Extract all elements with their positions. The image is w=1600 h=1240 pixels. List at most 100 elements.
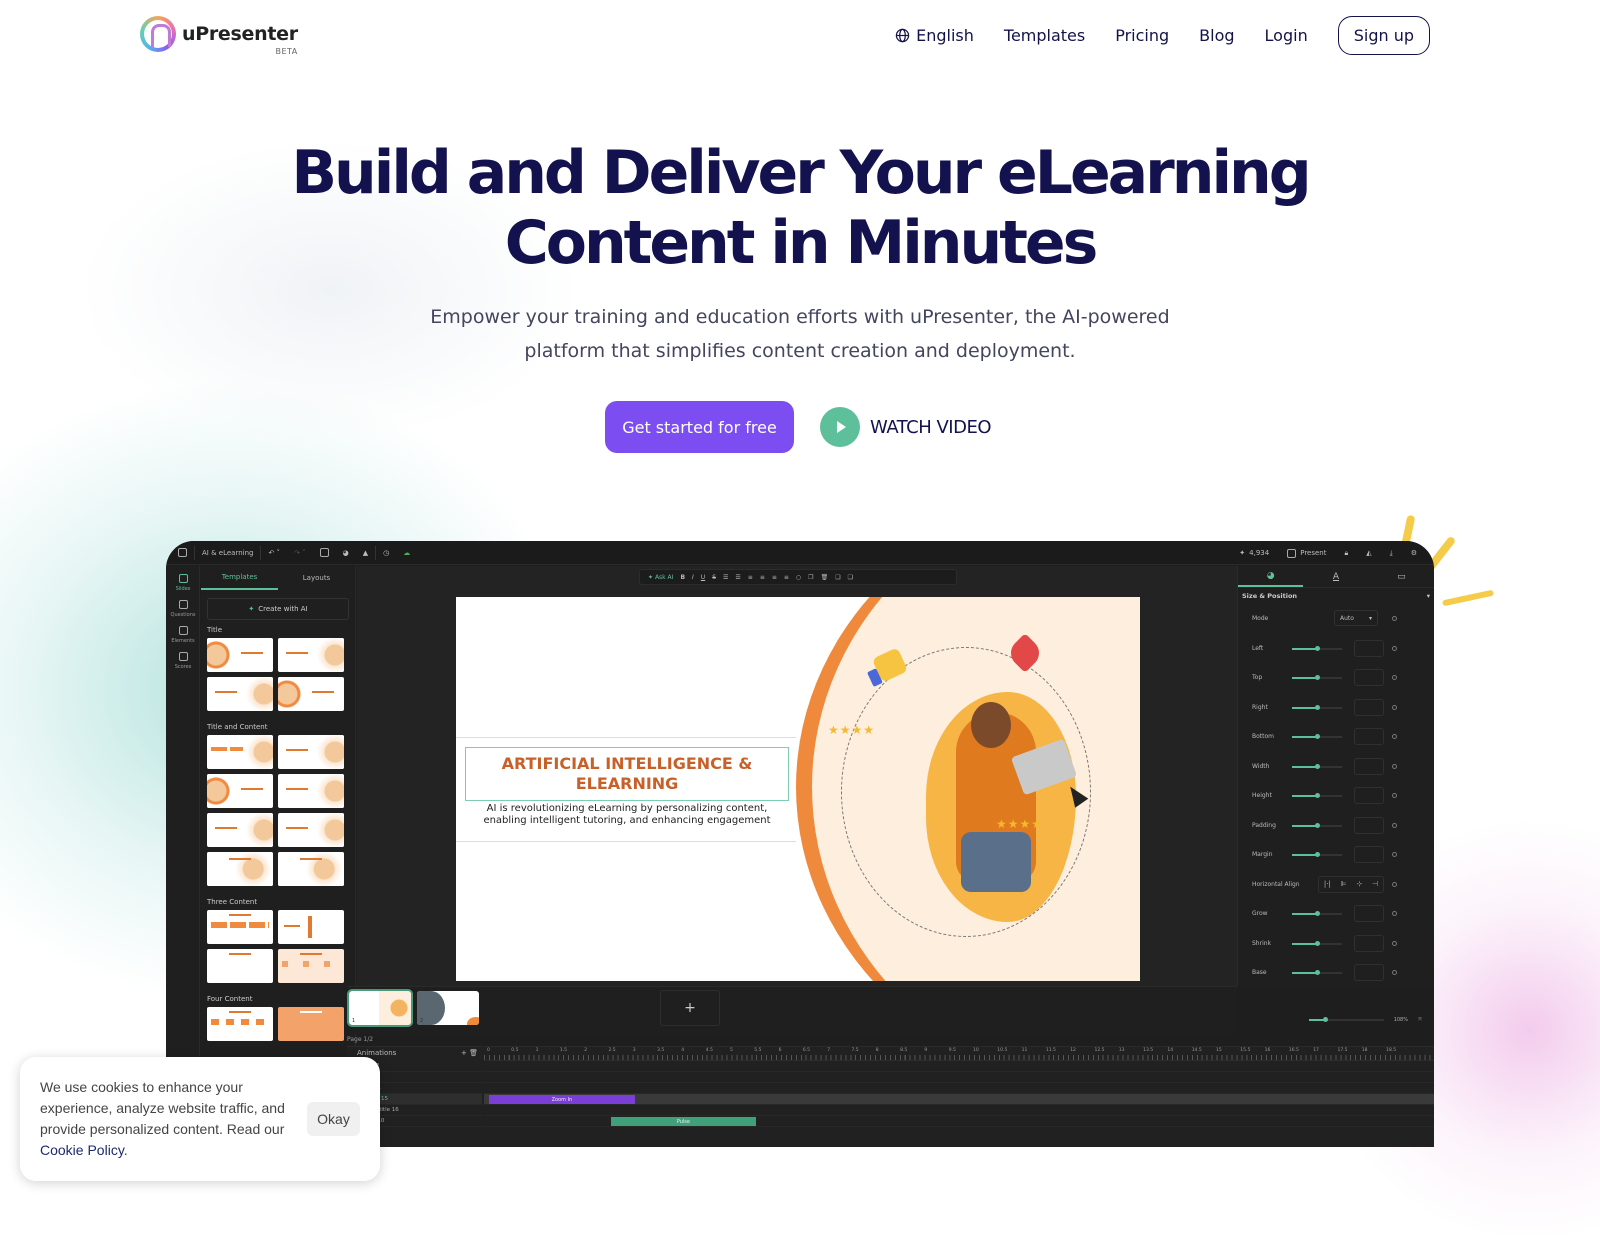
template-card[interactable] (278, 1007, 344, 1041)
underline-button[interactable]: U (701, 574, 705, 581)
get-started-button[interactable]: Get started for free (605, 401, 794, 453)
left-input[interactable] (1354, 639, 1384, 657)
reset-icon[interactable] (1392, 616, 1397, 621)
nav-templates[interactable]: Templates (1004, 26, 1085, 45)
history-icon[interactable]: ◷ (376, 541, 396, 565)
template-card[interactable] (278, 852, 344, 886)
slide-title[interactable]: ARTIFICIAL INTELLIGENCE & ELEARNING (465, 747, 789, 801)
template-card[interactable] (207, 1007, 273, 1041)
template-card[interactable] (207, 852, 273, 886)
fit-icon[interactable]: ⤧ (1418, 1017, 1422, 1023)
reset-icon[interactable] (1392, 793, 1397, 798)
top-slider[interactable] (1292, 675, 1342, 680)
download-icon[interactable]: ⤓ (1383, 541, 1400, 565)
tab-layouts[interactable]: Layouts (278, 566, 355, 590)
zoom-slider[interactable] (1308, 1017, 1384, 1022)
align-center-icon[interactable]: ≡ (760, 574, 765, 581)
reset-icon[interactable] (1392, 822, 1397, 828)
reset-icon[interactable] (1392, 911, 1397, 916)
analytics-icon[interactable]: ◭ (1359, 541, 1378, 565)
padding-input[interactable] (1354, 816, 1384, 834)
tab-templates[interactable]: Templates (201, 566, 278, 590)
redo-button[interactable]: ↷ ˅ (287, 541, 313, 565)
add-animation-icon[interactable]: + (461, 1049, 467, 1057)
shape-icon[interactable]: ○ (796, 574, 801, 581)
logo[interactable]: uPresenter BETA (140, 16, 298, 56)
watch-video-button[interactable]: WATCH VIDEO (820, 407, 992, 447)
slide-thumbnail[interactable]: 1 (347, 989, 413, 1027)
slide-preview[interactable]: ARTIFICIAL INTELLIGENCE & ELEARNING AI i… (456, 597, 1140, 981)
palette-icon[interactable]: ◕ (336, 541, 356, 565)
nav-blog[interactable]: Blog (1199, 26, 1234, 45)
font-icon[interactable] (313, 541, 336, 565)
left-slider[interactable] (1292, 645, 1342, 651)
reset-icon[interactable] (1392, 704, 1397, 710)
reset-icon[interactable] (1392, 645, 1397, 651)
template-card[interactable] (207, 735, 273, 769)
top-input[interactable] (1354, 669, 1384, 686)
grow-slider[interactable] (1292, 911, 1342, 916)
template-card[interactable] (207, 638, 273, 672)
size-position-section[interactable]: Size & Position ▾ (1238, 588, 1434, 604)
animation-bar[interactable]: Zoom In (489, 1095, 635, 1104)
project-name[interactable]: AI & eLearning (195, 541, 260, 565)
height-input[interactable] (1354, 787, 1384, 804)
align-justify-icon[interactable]: ≡ (784, 574, 789, 581)
cookie-policy-link[interactable]: Cookie Policy (40, 1142, 124, 1158)
nav-pricing[interactable]: Pricing (1115, 26, 1169, 45)
reset-icon[interactable] (1392, 881, 1397, 887)
tab-comments[interactable]: ▭ (1369, 566, 1434, 587)
copy-icon[interactable]: ❐ (808, 574, 813, 581)
reset-icon[interactable] (1392, 852, 1397, 857)
image-icon[interactable]: ▲ (356, 541, 375, 565)
timeline-ruler[interactable]: 0 0.5 1 1.5 2 2.5 3 3.5 4 4.5 5 5.5 6 6.5 7 7.5 8 8.5 9 9.5… (484, 1047, 1434, 1061)
settings-icon[interactable]: ⚙ (1404, 541, 1424, 565)
reset-icon[interactable] (1392, 970, 1397, 975)
right-input[interactable] (1354, 698, 1384, 716)
italic-button[interactable]: I (692, 574, 694, 581)
align-left-icon[interactable]: ≡ (748, 574, 753, 581)
signup-button[interactable]: Sign up (1337, 16, 1430, 55)
lock-icon[interactable]: 🔒︎ (1337, 541, 1355, 565)
align-right-icon[interactable]: ≡ (772, 574, 777, 581)
template-card[interactable] (207, 949, 273, 983)
template-card[interactable] (207, 774, 273, 808)
layer-icon[interactable]: ❏ (835, 574, 840, 581)
reset-icon[interactable] (1392, 940, 1397, 946)
create-with-ai-button[interactable]: ✦ Create with AI (207, 598, 349, 620)
shrink-slider[interactable] (1292, 940, 1342, 946)
reset-icon[interactable] (1392, 675, 1397, 680)
template-card[interactable] (278, 735, 344, 769)
bold-button[interactable]: B (680, 574, 685, 581)
template-card[interactable] (278, 677, 344, 711)
ask-ai-button[interactable]: ✦ Ask AI (648, 574, 673, 581)
width-input[interactable] (1354, 757, 1384, 775)
slide-body-text[interactable]: AI is revolutionizing eLearning by perso… (465, 803, 789, 827)
grow-input[interactable] (1354, 905, 1384, 922)
width-slider[interactable] (1292, 763, 1342, 769)
bottom-input[interactable] (1354, 728, 1384, 745)
align-stretch-icon[interactable]: |·| (1324, 880, 1331, 888)
reset-icon[interactable] (1392, 734, 1397, 739)
rail-slides[interactable]: Slides (166, 574, 200, 592)
animation-bar[interactable]: Pulse (610, 1117, 757, 1126)
numbered-list-icon[interactable]: ☰ (735, 574, 740, 581)
rail-questions[interactable]: Questions (166, 600, 200, 618)
present-button[interactable]: Present (1280, 541, 1333, 565)
template-card[interactable] (207, 813, 273, 847)
tab-text[interactable]: A (1303, 566, 1368, 587)
reset-icon[interactable] (1392, 763, 1397, 769)
undo-button[interactable]: ↶ ˅ (261, 541, 287, 565)
add-slide-button[interactable]: + (660, 990, 720, 1026)
cookie-okay-button[interactable]: Okay (307, 1102, 360, 1136)
rail-scores[interactable]: Scores (166, 652, 200, 670)
height-slider[interactable] (1292, 793, 1342, 798)
duplicate-icon[interactable]: ❏ (848, 574, 853, 581)
mode-select[interactable]: Auto ▾ (1334, 610, 1378, 626)
align-center-icon[interactable]: ⊹ (1356, 880, 1362, 888)
home-button[interactable] (166, 541, 194, 565)
align-right-icon[interactable]: ⊣ (1372, 880, 1378, 888)
padding-slider[interactable] (1292, 822, 1342, 828)
shrink-input[interactable] (1354, 934, 1384, 952)
base-input[interactable] (1354, 964, 1384, 981)
